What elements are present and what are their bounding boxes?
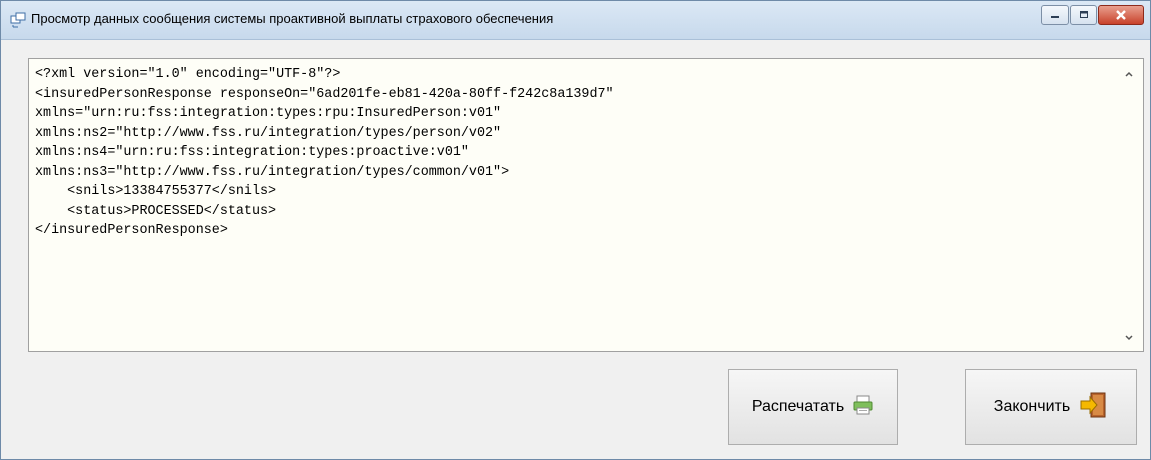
xml-text-area[interactable]: <?xml version="1.0" encoding="UTF-8"?> <i…	[28, 58, 1144, 352]
scroll-up-button[interactable]	[1123, 67, 1135, 79]
minimize-icon	[1051, 16, 1059, 18]
title-bar[interactable]: Просмотр данных сообщения системы проакт…	[1, 1, 1150, 40]
close-icon	[1116, 10, 1126, 20]
window-app-icon	[10, 12, 26, 28]
finish-button-label: Закончить	[993, 398, 1071, 415]
message-viewer-window: Просмотр данных сообщения системы проакт…	[0, 0, 1151, 460]
minimize-button[interactable]	[1041, 5, 1069, 25]
exit-door-icon	[1078, 390, 1108, 425]
chevron-up-icon	[1125, 71, 1133, 77]
print-button-label: Распечатать	[751, 398, 845, 415]
xml-line: <status>PROCESSED</status>	[35, 203, 277, 219]
print-button[interactable]: Распечатать	[728, 369, 898, 445]
scroll-down-button[interactable]	[1123, 331, 1135, 343]
xml-line: <snils>13384755377</snils>	[35, 184, 277, 199]
window-title: Просмотр данных сообщения системы проакт…	[31, 11, 554, 26]
xml-line: <insuredPersonResponse responseOn="6ad20…	[35, 86, 614, 102]
xml-line: xmlns:ns4="urn:ru:fss:integration:types:…	[35, 145, 469, 160]
xml-line: <?xml version="1.0" encoding="UTF-8"?>	[35, 67, 341, 82]
xml-line: xmlns:ns2="http://www.fss.ru/integration…	[35, 125, 502, 141]
chevron-down-icon	[1125, 335, 1133, 341]
xml-line: xmlns="urn:ru:fss:integration:types:rpu:…	[35, 106, 502, 121]
finish-button[interactable]: Закончить	[965, 369, 1137, 445]
printer-icon	[852, 394, 874, 421]
xml-content: <?xml version="1.0" encoding="UTF-8"?> <i…	[35, 65, 614, 241]
close-button[interactable]	[1098, 5, 1144, 25]
maximize-icon	[1079, 11, 1088, 18]
xml-line: </insuredPersonResponse>	[35, 223, 228, 238]
maximize-button[interactable]	[1070, 5, 1097, 25]
window-controls	[1040, 5, 1144, 27]
xml-line: xmlns:ns3="http://www.fss.ru/integration…	[35, 164, 510, 180]
